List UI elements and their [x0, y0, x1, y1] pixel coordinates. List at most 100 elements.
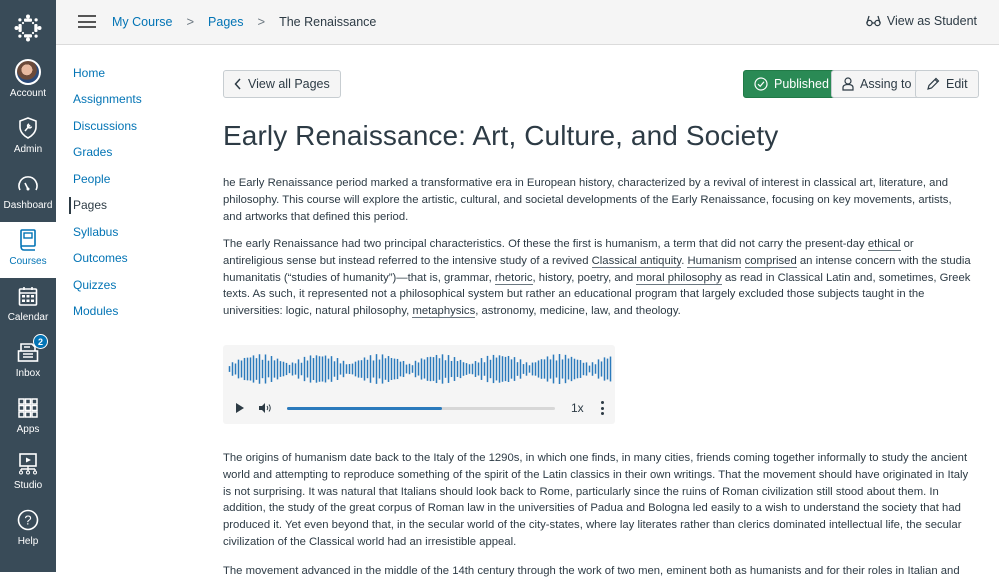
nav-label: Calendar	[7, 312, 49, 323]
nav-account[interactable]: Account	[0, 54, 56, 110]
waveform-bar	[525, 362, 528, 376]
audio-progress-slider[interactable]	[287, 407, 555, 410]
nav-label: Studio	[13, 480, 43, 491]
waveform-bar	[309, 355, 312, 383]
nav-dashboard[interactable]: Dashboard	[0, 166, 56, 222]
waveform-bar	[411, 365, 414, 373]
waveform-bar	[234, 363, 237, 375]
waveform-bar	[339, 363, 342, 375]
waveform-bar	[468, 364, 471, 374]
canvas-logo[interactable]	[0, 8, 56, 48]
waveform-bar	[546, 356, 549, 382]
waveform-bar	[567, 358, 570, 380]
waveform-bar	[285, 362, 288, 376]
course-nav-discussions[interactable]: Discussions	[73, 119, 137, 133]
nav-calendar[interactable]: Calendar	[0, 278, 56, 334]
course-nav-outcomes[interactable]: Outcomes	[73, 251, 128, 265]
course-nav-quizzes[interactable]: Quizzes	[73, 278, 116, 292]
waveform-bar	[558, 354, 561, 384]
nav-admin[interactable]: Admin	[0, 110, 56, 166]
nav-courses[interactable]: Courses	[0, 222, 56, 278]
nav-label: Help	[17, 536, 39, 547]
course-nav-assignments[interactable]: Assignments	[73, 92, 142, 106]
audio-waveform[interactable]	[228, 353, 612, 385]
waveform-bar	[576, 359, 579, 379]
nav-label: Apps	[16, 424, 40, 435]
waveform-bar	[315, 355, 318, 383]
hamburger-menu-icon[interactable]	[78, 15, 96, 28]
link-humanism[interactable]: Humanism	[687, 254, 742, 268]
waveform-bar	[549, 359, 552, 379]
intro-paragraph: he Early Renaissance period marked a tra…	[223, 177, 952, 223]
course-nav-pages[interactable]: Pages	[68, 197, 107, 214]
waveform-bar	[363, 357, 366, 381]
waveform-bar	[291, 362, 294, 376]
waveform-bar	[438, 358, 441, 380]
waveform-bar	[519, 359, 522, 379]
link-metaphysics[interactable]: metaphysics	[412, 305, 476, 319]
movement-paragraph: The movement advanced in the middle of t…	[223, 565, 960, 577]
link-comprised[interactable]: comprised	[744, 254, 797, 268]
course-nav-modules[interactable]: Modules	[73, 304, 118, 318]
waveform-bar	[372, 360, 375, 378]
waveform-bar	[345, 364, 348, 374]
waveform-bar	[297, 359, 300, 379]
canvas-logo-icon	[14, 14, 42, 42]
view-all-pages-button[interactable]: View all Pages	[223, 70, 341, 98]
link-ethical[interactable]: ethical	[867, 238, 901, 251]
waveform-bar	[495, 357, 498, 381]
avatar	[15, 59, 41, 85]
svg-text:?: ?	[24, 513, 31, 528]
link-moral-philosophy[interactable]: moral philosophy	[636, 271, 722, 285]
assign-to-button[interactable]: Assing to	[831, 70, 923, 98]
waveform-bar	[561, 359, 564, 379]
play-icon[interactable]	[235, 402, 245, 414]
course-nav-home[interactable]: Home	[73, 66, 105, 80]
text-segment: , astronomy, medicine, law, and theology…	[475, 305, 681, 318]
nav-label: Admin	[13, 144, 43, 155]
breadcrumb-pages[interactable]: Pages	[208, 15, 243, 29]
edit-button[interactable]: Edit	[915, 70, 979, 98]
waveform-bar	[432, 357, 435, 381]
playback-speed-button[interactable]: 1x	[571, 401, 584, 415]
waveform-bar	[276, 358, 279, 380]
waveform-bar	[459, 359, 462, 379]
waveform-bar	[378, 359, 381, 379]
waveform-bar	[255, 358, 258, 380]
breadcrumb-my-course[interactable]: My Course	[112, 15, 172, 29]
course-nav-syllabus[interactable]: Syllabus	[73, 225, 118, 239]
top-bar: My Course > Pages > The Renaissance View…	[56, 0, 999, 45]
volume-icon[interactable]	[258, 402, 272, 414]
waveform-bar	[513, 357, 516, 381]
waveform-bar	[264, 354, 267, 384]
published-button[interactable]: Published	[743, 70, 840, 98]
link-rhetoric[interactable]: rhetoric	[494, 271, 533, 285]
waveform-bar	[243, 357, 246, 381]
course-nav-grades[interactable]: Grades	[73, 145, 112, 159]
more-options-icon[interactable]	[599, 401, 605, 415]
waveform-bar	[480, 358, 483, 380]
nav-label: Dashboard	[3, 200, 53, 211]
waveform-bar	[231, 362, 234, 376]
link-classical-antiquity[interactable]: Classical antiquity	[591, 254, 682, 268]
waveform-bar	[396, 358, 399, 380]
waveform-bar	[516, 362, 519, 376]
waveform-bar	[456, 361, 459, 377]
waveform-bar	[351, 363, 354, 375]
waveform-bar	[471, 363, 474, 375]
waveform-bar	[585, 362, 588, 376]
waveform-bar	[369, 355, 372, 383]
course-nav-people[interactable]: People	[73, 172, 110, 186]
nav-apps[interactable]: Apps	[0, 390, 56, 446]
glasses-icon	[866, 15, 881, 27]
waveform-bar	[324, 355, 327, 383]
nav-inbox[interactable]: 2 Inbox	[0, 334, 56, 390]
book-icon	[20, 229, 36, 251]
user-icon	[842, 77, 854, 91]
nav-studio[interactable]: Studio	[0, 446, 56, 502]
view-all-pages-label: View all Pages	[248, 77, 330, 91]
waveform-bar	[273, 360, 276, 378]
nav-help[interactable]: ? Help	[0, 502, 56, 558]
view-as-student-button[interactable]: View as Student	[866, 14, 977, 28]
waveform-bar	[252, 355, 255, 383]
